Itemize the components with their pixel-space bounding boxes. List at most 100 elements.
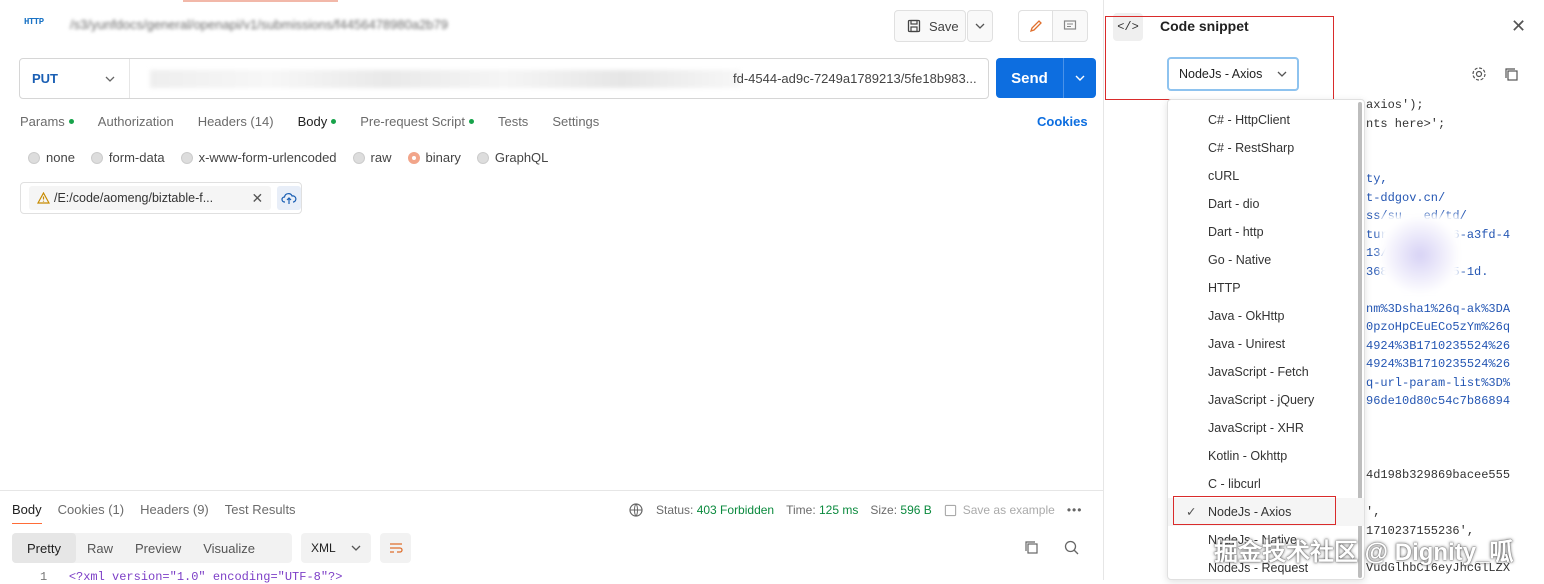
format-tab-raw[interactable]: Raw [76,533,124,563]
format-tabs: Pretty Raw Preview Visualize [12,533,292,563]
status-value[interactable]: 403 Forbidden [697,503,774,517]
save-as-example-button[interactable]: Save as example [944,503,1055,517]
redaction-blur [1380,215,1460,295]
time-info: Time: 125 ms [786,503,858,517]
upload-file-button[interactable] [277,186,301,210]
more-options-icon[interactable]: ••• [1067,503,1083,517]
status-label: Status: [656,503,694,517]
chevron-down-icon [975,23,985,29]
url-input[interactable]: fd-4544-ad9c-7249a1789213/5fe18b983... [733,71,977,86]
code-line: 96de10d80c54c7b86894 [1366,394,1511,408]
response-tab-cookies[interactable]: Cookies (1) [58,502,124,524]
tab-tests[interactable]: Tests [498,114,528,129]
url-redacted [150,70,740,88]
save-label: Save [929,18,959,34]
request-tabs: Params Authorization Headers (14) Body P… [20,114,599,129]
format-tab-preview[interactable]: Preview [124,533,192,563]
save-button[interactable]: Save [894,10,966,42]
format-tab-visualize[interactable]: Visualize [192,533,266,563]
save-icon [944,504,956,516]
body-option-graphql[interactable]: GraphQL [476,150,549,165]
save-options-button[interactable] [967,10,993,42]
close-icon[interactable]: ✕ [1511,16,1526,37]
code-line: q-url-param-list%3D% [1366,375,1511,390]
send-options-button[interactable] [1064,58,1096,98]
body-option-form-data[interactable]: form-data [90,150,165,165]
response-tab-headers[interactable]: Headers (9) [140,502,209,524]
body-option-raw[interactable]: raw [352,150,392,165]
edit-button[interactable] [1019,11,1054,41]
option-label: GraphQL [494,150,549,165]
language-option[interactable]: Java - OkHttp [1168,302,1364,330]
language-option[interactable]: JavaScript - jQuery [1168,386,1364,414]
format-tab-pretty[interactable]: Pretty [12,533,76,563]
comment-icon [1063,20,1077,30]
copy-icon[interactable] [1504,67,1519,85]
tab-body[interactable]: Body [298,114,337,129]
watermark: 掘金技术社区 @ Dignity_呱 [1214,539,1514,566]
globe-icon[interactable] [628,502,644,518]
chevron-down-icon [1075,75,1085,81]
language-option[interactable]: JavaScript - XHR [1168,414,1364,442]
code-line: 4924%3B1710235524%26 [1366,357,1511,371]
save-example-label: Save as example [962,503,1055,517]
language-option-label: cURL [1208,169,1240,183]
code-line: t-ddgov.cn/ [1366,190,1446,205]
search-icon[interactable] [1064,540,1079,558]
body-option-binary[interactable]: binary [407,150,461,165]
tab-headers[interactable]: Headers (14) [198,114,274,129]
tab-settings[interactable]: Settings [552,114,599,129]
format-select[interactable]: XML [301,533,371,563]
tab-params[interactable]: Params [20,114,74,129]
radio-icon [476,151,489,164]
language-option-label: Dart - http [1208,225,1264,239]
view-toggle-group [1018,10,1088,42]
cookies-link[interactable]: Cookies [1037,114,1088,129]
radio-icon [90,151,103,164]
response-tabs: Body Cookies (1) Headers (9) Test Result… [12,502,296,524]
language-option[interactable]: C - libcurl [1168,470,1364,498]
time-value[interactable]: 125 ms [819,503,858,517]
binary-file-picker: /E:/code/aomeng/biztable-f... ✕ [20,182,302,214]
selected-file[interactable]: /E:/code/aomeng/biztable-f... ✕ [29,186,272,210]
copy-response-icon[interactable] [1024,540,1039,558]
language-option[interactable]: Dart - http [1168,218,1364,246]
tab-authorization[interactable]: Authorization [98,114,174,129]
language-option[interactable]: C# - HttpClient [1168,106,1364,134]
language-option[interactable]: HTTP [1168,274,1364,302]
tab-pre-request-script[interactable]: Pre-request Script [360,114,474,129]
chevron-down-icon [351,545,361,551]
code-text: <?xml version="1.0" encoding="UTF-8"?> [68,570,343,584]
request-name[interactable]: /s3/yunfdocs/general/openapi/v1/submissi… [70,17,448,32]
language-option[interactable]: C# - RestSharp [1168,134,1364,162]
wrap-lines-button[interactable] [380,533,411,563]
size-value[interactable]: 596 B [900,503,931,517]
tab-label: Tests [497,114,529,129]
file-path: /E:/code/aomeng/biztable-f... [54,191,214,205]
code-line: 4d198b329869bacee555 [1366,468,1511,482]
size-info: Size: 596 B [870,503,931,517]
highlight-box [1173,496,1336,525]
body-option-none[interactable]: none [28,150,75,165]
language-option[interactable]: cURL [1168,162,1364,190]
method-select[interactable]: PUT [20,59,130,98]
gear-icon[interactable] [1471,66,1487,85]
language-select[interactable]: NodeJs - Axios [1167,57,1299,91]
language-option[interactable]: Go - Native [1168,246,1364,274]
response-tab-body[interactable]: Body [12,502,42,524]
body-option-urlencoded[interactable]: x-www-form-urlencoded [180,150,337,165]
language-option[interactable]: Java - Unirest [1168,330,1364,358]
language-option[interactable]: JavaScript - Fetch [1168,358,1364,386]
language-option-label: Java - Unirest [1208,337,1286,351]
send-button[interactable]: Send [996,58,1096,98]
code-line: ', [1366,505,1381,519]
remove-file-icon[interactable]: ✕ [251,190,263,207]
option-label: form-data [108,150,165,165]
language-option[interactable]: Dart - dio [1168,190,1364,218]
language-option[interactable]: Kotlin - Okhttp [1168,442,1364,470]
comments-button[interactable] [1053,11,1087,41]
radio-icon [352,151,365,164]
response-tab-test-results[interactable]: Test Results [225,502,296,524]
